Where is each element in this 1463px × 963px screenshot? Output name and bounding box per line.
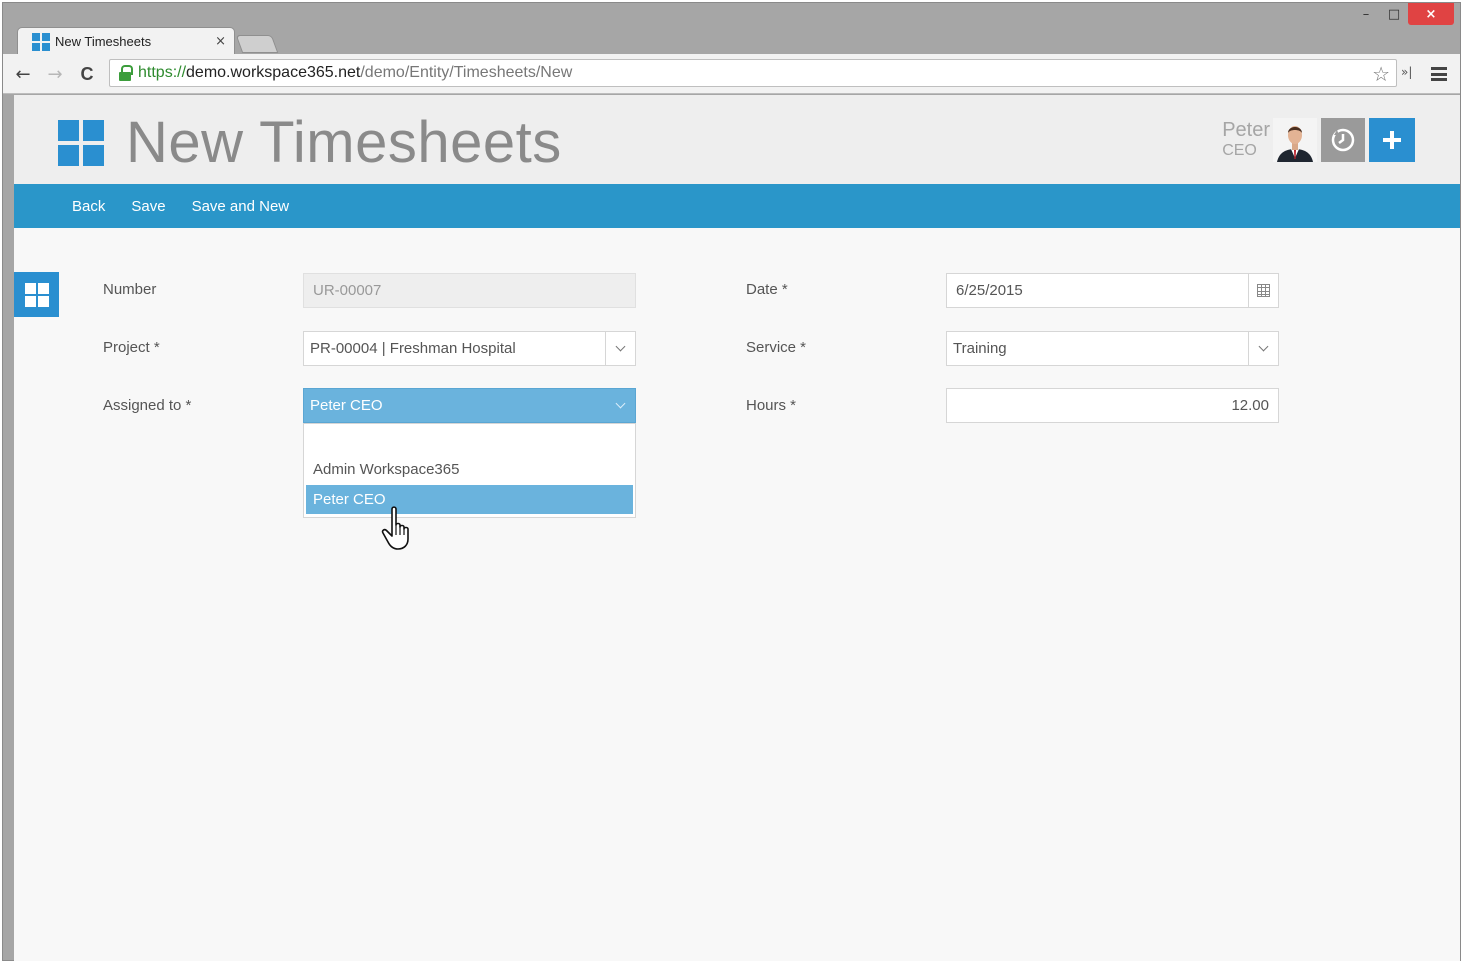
project-label: Project * bbox=[103, 339, 160, 356]
number-field: UR-00007 bbox=[303, 273, 636, 308]
reload-icon[interactable]: C bbox=[75, 62, 99, 86]
date-value: 6/25/2015 bbox=[956, 282, 1023, 299]
app-header: New Timesheets Peter CEO bbox=[14, 95, 1460, 184]
browser-menu-icon[interactable] bbox=[1431, 67, 1447, 81]
option-peter-ceo[interactable]: Peter CEO bbox=[306, 485, 633, 514]
tiles-icon bbox=[24, 282, 49, 307]
url-text: https://demo.workspace365.net/demo/Entit… bbox=[138, 64, 573, 81]
avatar[interactable] bbox=[1273, 118, 1317, 162]
service-dropdown-button[interactable] bbox=[1248, 332, 1278, 365]
page-content: New Timesheets Peter CEO Back Save Save … bbox=[14, 95, 1460, 961]
side-menu-button[interactable] bbox=[14, 272, 59, 317]
option-admin-workspace365[interactable]: Admin Workspace365 bbox=[306, 455, 633, 484]
assigned-to-dropdown-button[interactable] bbox=[605, 389, 635, 422]
bookmark-star-icon[interactable]: ☆ bbox=[1372, 62, 1390, 86]
command-bar: Back Save Save and New bbox=[14, 184, 1460, 228]
favicon-icon bbox=[32, 32, 50, 51]
service-select[interactable]: Training bbox=[946, 331, 1279, 366]
save-and-new-button[interactable]: Save and New bbox=[192, 198, 290, 215]
user-info[interactable]: Peter CEO bbox=[1222, 119, 1270, 161]
windows-tiles-icon[interactable] bbox=[58, 120, 104, 166]
address-bar[interactable]: https://demo.workspace365.net/demo/Entit… bbox=[109, 59, 1397, 87]
project-dropdown-button[interactable] bbox=[605, 332, 635, 365]
window-controls: – □ × bbox=[1352, 3, 1454, 29]
service-label: Service * bbox=[746, 339, 807, 356]
assigned-to-select[interactable]: Peter CEO bbox=[303, 388, 636, 423]
hours-label: Hours * bbox=[746, 397, 797, 414]
forward-arrow-icon[interactable]: → bbox=[43, 62, 67, 86]
chevron-down-icon bbox=[615, 398, 625, 409]
lock-icon bbox=[118, 65, 133, 81]
add-button[interactable] bbox=[1369, 118, 1415, 162]
chevron-down-icon bbox=[1258, 341, 1269, 352]
browser-tab[interactable]: New Timesheets × bbox=[17, 27, 235, 55]
page-title: New Timesheets bbox=[126, 110, 562, 175]
browser-window: – □ × New Timesheets × ← → C https://dem… bbox=[2, 2, 1461, 961]
tab-close-icon[interactable]: × bbox=[215, 34, 226, 49]
save-button[interactable]: Save bbox=[131, 198, 165, 215]
assigned-to-options: Admin Workspace365 Peter CEO bbox=[303, 423, 636, 518]
maximize-button[interactable]: □ bbox=[1380, 3, 1408, 25]
project-value: PR-00004 | Freshman Hospital bbox=[310, 340, 516, 357]
back-arrow-icon[interactable]: ← bbox=[11, 62, 35, 86]
extensions-overflow-icon[interactable]: »| bbox=[1401, 65, 1412, 79]
number-label: Number bbox=[103, 281, 157, 298]
new-tab-button[interactable] bbox=[235, 35, 279, 53]
clock-history-icon bbox=[1331, 128, 1355, 152]
date-input[interactable]: 6/25/2015 bbox=[946, 273, 1279, 308]
date-label: Date * bbox=[746, 281, 788, 298]
assigned-to-value: Peter CEO bbox=[310, 397, 383, 414]
back-button[interactable]: Back bbox=[72, 198, 105, 215]
user-name: Peter bbox=[1222, 119, 1270, 141]
hours-input[interactable]: 12.00 bbox=[946, 388, 1279, 423]
assigned-to-label: Assigned to * bbox=[103, 397, 192, 414]
history-button[interactable] bbox=[1321, 118, 1365, 162]
service-value: Training bbox=[953, 340, 1007, 357]
chevron-down-icon bbox=[615, 341, 626, 352]
calendar-icon bbox=[1257, 284, 1270, 297]
project-select[interactable]: PR-00004 | Freshman Hospital bbox=[303, 331, 636, 366]
date-picker-button[interactable] bbox=[1248, 274, 1278, 307]
minimize-button[interactable]: – bbox=[1352, 3, 1380, 25]
hand-pointer-icon bbox=[381, 506, 409, 550]
browser-toolbar: ← → C https://demo.workspace365.net/demo… bbox=[3, 54, 1460, 94]
user-role: CEO bbox=[1222, 142, 1257, 159]
close-window-button[interactable]: × bbox=[1408, 3, 1454, 25]
tab-title: New Timesheets bbox=[55, 34, 152, 49]
plus-icon bbox=[1383, 131, 1401, 149]
